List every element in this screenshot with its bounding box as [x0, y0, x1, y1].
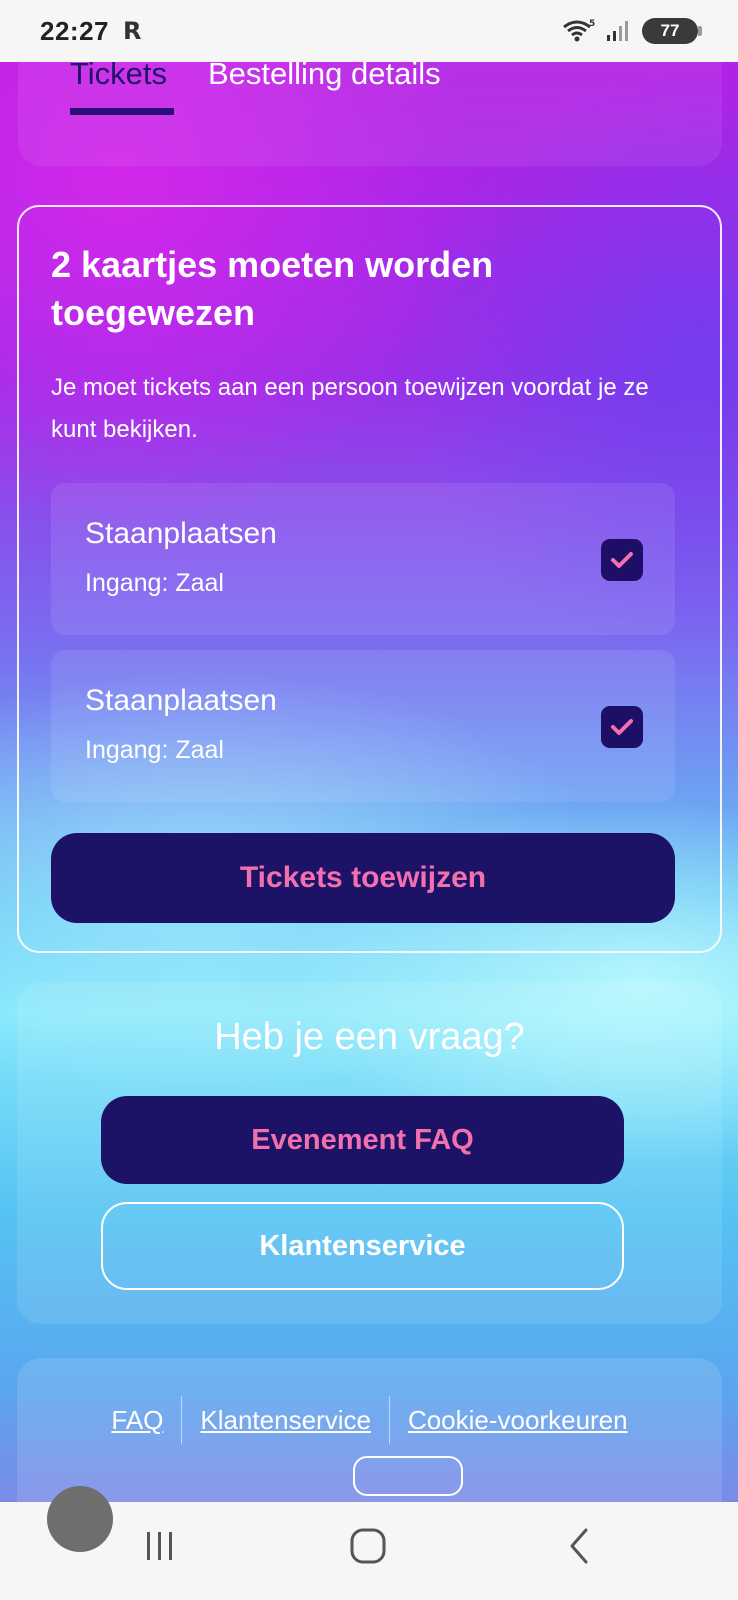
- ticket-entry: Ingang: Zaal: [85, 569, 224, 597]
- help-card: Heb je een vraag? Evenement FAQ Klantens…: [17, 982, 722, 1324]
- page-content: Tickets Bestelling details 2 kaartjes mo…: [0, 62, 738, 1502]
- status-bar: 22:27 R 5 77: [0, 0, 738, 62]
- tab-bestelling-details[interactable]: Bestelling details: [208, 62, 441, 92]
- ticket-item[interactable]: Staanplaatsen Ingang: Zaal: [51, 650, 675, 802]
- ticket-name: Staanplaatsen: [85, 517, 277, 550]
- battery-icon: 77: [642, 18, 702, 44]
- carrier-icon: R: [123, 17, 142, 45]
- customer-service-button[interactable]: Klantenservice: [101, 1202, 624, 1290]
- floating-assistive-button[interactable]: [47, 1486, 113, 1552]
- checkmark-icon: [611, 719, 633, 735]
- home-icon[interactable]: [348, 1526, 388, 1566]
- footer: FAQ Klantenservice Cookie-voorkeuren: [17, 1358, 722, 1502]
- assign-tickets-button[interactable]: Tickets toewijzen: [51, 833, 675, 923]
- footer-button[interactable]: [353, 1456, 463, 1496]
- signal-icon: [607, 21, 628, 41]
- battery-level: 77: [660, 21, 680, 40]
- footer-link-klantenservice[interactable]: Klantenservice: [182, 1405, 389, 1436]
- ticket-checkbox[interactable]: [601, 706, 643, 748]
- active-tab-indicator: [70, 108, 174, 115]
- card-title: 2 kaartjes moeten worden toegewezen: [51, 244, 494, 333]
- wifi-icon: 5: [563, 19, 595, 42]
- status-time: 22:27: [40, 15, 109, 46]
- assign-tickets-card: 2 kaartjes moeten worden toegewezen Je m…: [17, 205, 722, 953]
- help-title: Heb je een vraag?: [214, 1016, 525, 1058]
- tab-tickets[interactable]: Tickets: [70, 62, 167, 92]
- recent-apps-icon[interactable]: [140, 1526, 180, 1566]
- ticket-entry: Ingang: Zaal: [85, 736, 224, 764]
- status-indicators: 5 77: [562, 18, 702, 44]
- card-description: Je moet tickets aan een persoon toewijze…: [51, 374, 649, 443]
- footer-links: FAQ Klantenservice Cookie-voorkeuren: [17, 1396, 722, 1444]
- event-faq-button[interactable]: Evenement FAQ: [101, 1096, 624, 1184]
- tabs-panel: Tickets Bestelling details: [18, 62, 722, 166]
- ticket-name: Staanplaatsen: [85, 684, 277, 717]
- checkmark-icon: [611, 552, 633, 568]
- ticket-item[interactable]: Staanplaatsen Ingang: Zaal: [51, 483, 675, 635]
- back-icon[interactable]: [560, 1526, 600, 1566]
- footer-link-faq[interactable]: FAQ: [93, 1405, 181, 1436]
- footer-link-cookie-voorkeuren[interactable]: Cookie-voorkeuren: [390, 1405, 646, 1436]
- svg-text:5: 5: [589, 19, 595, 29]
- ticket-checkbox[interactable]: [601, 539, 643, 581]
